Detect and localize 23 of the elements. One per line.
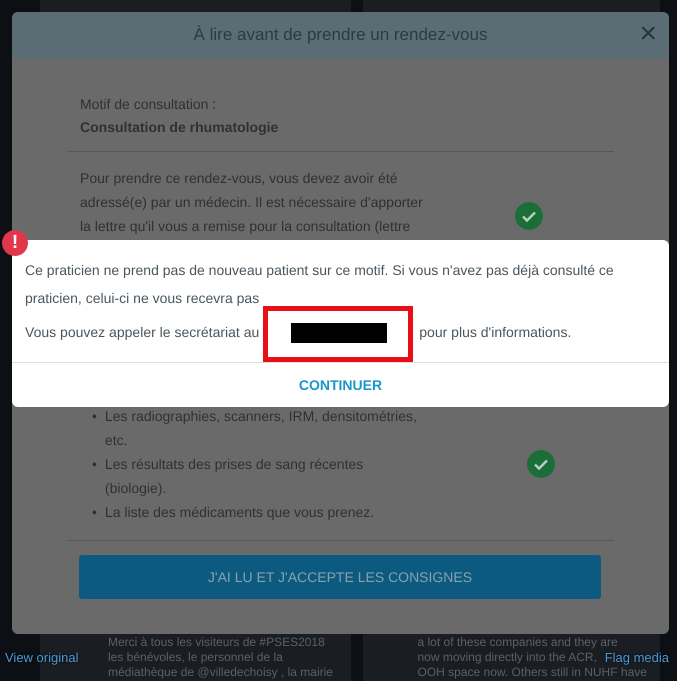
- motif-value: Consultation de rhumatologie: [80, 118, 280, 137]
- post-text: OOH space now. Others still in NUHF have: [418, 665, 647, 680]
- list-item: Les résultats des prises de sang récentes (biologie).: [104, 455, 364, 498]
- motif-label: Motif de consultation :: [80, 95, 218, 114]
- post-text: médiathèque de @villedechoisy , la mairie: [108, 665, 333, 680]
- post-text: now moving directly into the ACR,: [418, 650, 597, 665]
- flag-media-link[interactable]: Flag media: [604, 650, 669, 666]
- call-text: Vous pouvez appeler le secrétariat au: [25, 324, 260, 340]
- accept-button[interactable]: J'AI LU ET J'ACCEPTE LES CONSIGNES: [79, 555, 601, 599]
- list-item: Les radiographies, scanners, IRM, densitométries, etc.: [104, 407, 418, 450]
- view-original-link[interactable]: View original: [5, 650, 78, 666]
- bullet: •: [92, 455, 97, 474]
- post-text: Merci à tous les visiteurs de #PSES2018: [108, 635, 325, 650]
- instruction-text: Pour prendre ce rendez-vous, vous devez avoir été adressé(e) par un médecin. Il est nécessaire d'apporter la lettre qu'il vous a remise pour la consultation (lettre: [80, 169, 424, 236]
- list-item: La liste des médicaments que vous prenez.: [104, 503, 374, 522]
- bullet: •: [92, 503, 97, 522]
- warning-icon: !: [2, 230, 28, 256]
- close-button[interactable]: ×: [637, 20, 659, 48]
- bullet: •: [92, 407, 97, 426]
- post-text: a lot of these companies and they are: [418, 635, 618, 650]
- post-text: les bénévoles, le personnel de la: [108, 650, 283, 665]
- call-text: pour plus d'informations.: [419, 324, 572, 340]
- continue-button[interactable]: CONTINUER: [288, 371, 392, 400]
